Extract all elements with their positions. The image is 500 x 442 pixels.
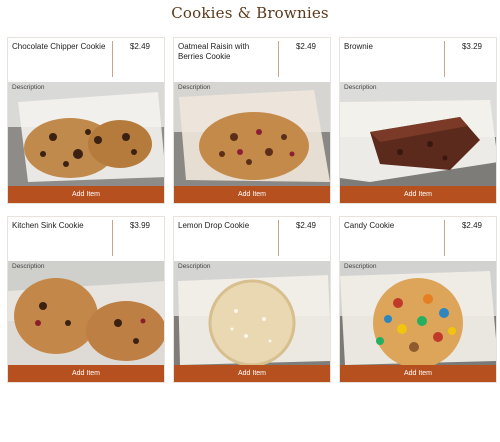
item-name: Candy Cookie [344,221,395,230]
header-divider [444,220,445,256]
menu-card-lemon-drop-cookie[interactable]: Lemon Drop Cookie $2.49 Description Add … [173,216,331,383]
add-item-button[interactable]: Add Item [340,186,496,203]
menu-card-brownie[interactable]: Brownie $3.29 Description Add Item [339,37,497,204]
cookie-image [174,82,330,187]
description-label: Description [344,263,377,270]
description-label: Description [12,263,45,270]
header-divider [278,220,279,256]
chocolate-chipper-cookie-photo[interactable] [8,82,164,187]
item-name: Chocolate Chipper Cookie [12,42,106,51]
card-header: Kitchen Sink Cookie $3.99 [8,217,164,261]
lemon-drop-cookie-photo[interactable] [174,261,330,367]
menu-card-candy-cookie[interactable]: Candy Cookie $2.49 Description Add Item [339,216,497,383]
add-item-button[interactable]: Add Item [8,186,164,203]
item-price: $3.99 [129,221,151,230]
item-price: $2.49 [461,221,483,230]
cookie-image [8,82,164,187]
cookie-image [340,261,496,368]
description-label: Description [178,263,211,270]
add-item-button[interactable]: Add Item [8,365,164,382]
item-name: Oatmeal Raisin with Berries Cookie [178,42,250,61]
card-header: Chocolate Chipper Cookie $2.49 [8,38,164,82]
add-item-button[interactable]: Add Item [340,365,496,382]
item-price: $2.49 [295,221,317,230]
brownie-image [340,82,496,187]
oatmeal-raisin-cookie-photo[interactable] [174,82,330,187]
cookie-image [174,261,330,367]
card-header: Brownie $3.29 [340,38,496,82]
menu-card-oatmeal-raisin-cookie[interactable]: Oatmeal Raisin with Berries Cookie $2.49… [173,37,331,204]
header-divider [444,41,445,77]
candy-cookie-photo[interactable] [340,261,496,368]
card-header: Oatmeal Raisin with Berries Cookie $2.49 [174,38,330,82]
cookie-image [8,261,164,366]
header-divider [112,220,113,256]
add-item-button[interactable]: Add Item [174,365,330,382]
item-name: Kitchen Sink Cookie [12,221,84,230]
description-label: Description [344,84,377,91]
item-price: $2.49 [129,42,151,51]
description-label: Description [178,84,211,91]
header-divider [278,41,279,77]
item-price: $3.29 [461,42,483,51]
item-name: Brownie [344,42,373,51]
description-label: Description [12,84,45,91]
item-price: $2.49 [295,42,317,51]
add-item-button[interactable]: Add Item [174,186,330,203]
card-header: Candy Cookie $2.49 [340,217,496,261]
kitchen-sink-cookie-photo[interactable] [8,261,164,366]
brownie-photo[interactable] [340,82,496,187]
menu-card-kitchen-sink-cookie[interactable]: Kitchen Sink Cookie $3.99 Description Ad… [7,216,165,383]
item-name: Lemon Drop Cookie [178,221,250,230]
menu-card-chocolate-chipper-cookie[interactable]: Chocolate Chipper Cookie $2.49 Descripti… [7,37,165,204]
header-divider [112,41,113,77]
page-title: Cookies & Brownies [171,4,329,22]
card-header: Lemon Drop Cookie $2.49 [174,217,330,261]
